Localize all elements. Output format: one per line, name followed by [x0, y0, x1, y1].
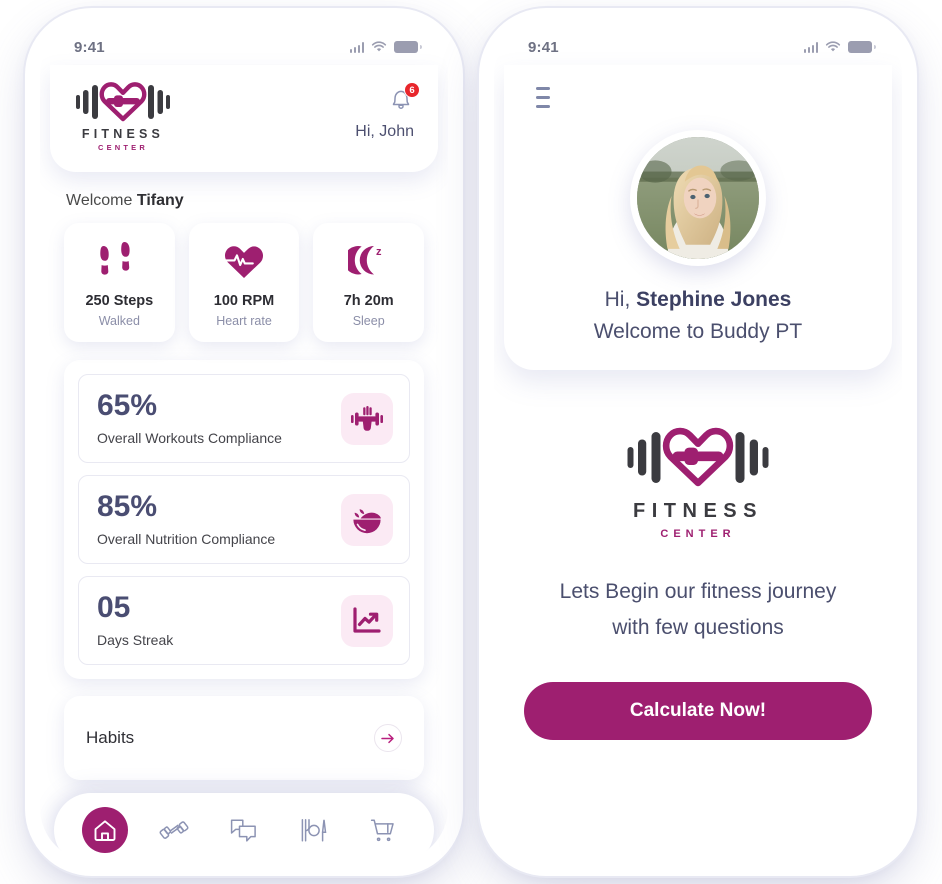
- salad-bowl-icon: [341, 493, 393, 546]
- calculate-now-button[interactable]: Calculate Now!: [524, 682, 872, 741]
- compliance-card-streak[interactable]: 05 Days Streak: [78, 576, 410, 665]
- compliance-text: 65% Overall Workouts Compliance: [97, 389, 282, 447]
- logo-subtext: CENTER: [660, 528, 736, 540]
- status-time: 9:41: [528, 38, 559, 56]
- tab-chat[interactable]: [221, 807, 267, 853]
- app-logo: FITNESS CENTER: [74, 79, 172, 152]
- stat-label: Sleep: [352, 314, 385, 328]
- user-avatar-photo: [637, 137, 759, 259]
- trending-chart-icon: [341, 594, 393, 647]
- onboarding-tagline: Lets Begin our fitness journey with few …: [560, 574, 837, 646]
- habits-title: Habits: [86, 728, 135, 747]
- notification-badge: 6: [404, 82, 420, 98]
- home-icon: [94, 819, 116, 841]
- hamburger-menu-icon[interactable]: [504, 87, 550, 108]
- right-phone-frame: 9:41 Hi, Stephine Jones Welcome to Buddy…: [486, 15, 910, 869]
- profile-welcome-text: Welcome to Buddy PT: [593, 320, 803, 343]
- welcome-name: Tifany: [136, 192, 184, 209]
- left-phone-screen: 9:41 FITNESS CENTER 6 Hi, John Welcome T…: [40, 23, 448, 861]
- left-phone-frame: 9:41 FITNESS CENTER 6 Hi, John Welcome T…: [32, 15, 456, 869]
- left-status-bar: 9:41: [40, 23, 448, 65]
- tab-home[interactable]: [81, 807, 128, 853]
- welcome-line: Welcome Tifany: [66, 192, 424, 210]
- stat-card-heart-rate[interactable]: 100 RPM Heart rate: [188, 223, 300, 342]
- dumbbell-icon: [159, 821, 189, 839]
- avatar[interactable]: [630, 130, 766, 266]
- svg-text:z: z: [376, 246, 382, 258]
- wifi-icon: [825, 41, 841, 52]
- habits-card[interactable]: Habits: [64, 696, 424, 780]
- stat-card-row: 250 Steps Walked 100 RPM Heart rate z 7h…: [64, 223, 425, 342]
- compliance-card-nutrition[interactable]: 85% Overall Nutrition Compliance: [78, 475, 410, 564]
- fitness-center-logo-icon: [76, 82, 170, 122]
- stat-value: 100 RPM: [213, 293, 275, 309]
- left-header-card: FITNESS CENTER 6 Hi, John: [50, 65, 438, 172]
- wifi-icon: [371, 41, 387, 52]
- logo-subtext: CENTER: [97, 143, 149, 152]
- arrow-right-icon: [381, 733, 394, 743]
- left-content: Welcome Tifany 250 Steps Walked 100 RPM …: [40, 172, 448, 780]
- onboarding-section: FITNESS CENTER Lets Begin our fitness jo…: [494, 370, 902, 741]
- habits-arrow-button[interactable]: [374, 724, 402, 752]
- signal-icon: [803, 42, 818, 53]
- stat-label: Walked: [98, 314, 140, 328]
- welcome-prefix: Welcome: [66, 192, 137, 209]
- dumbbell-hand-icon: [341, 392, 393, 445]
- heart-pulse-icon: [222, 241, 266, 281]
- meal-plate-icon: [301, 818, 326, 842]
- chat-icon: [231, 819, 257, 842]
- notification-button[interactable]: 6: [388, 82, 420, 113]
- profile-greeting: Hi, Stephine Jones: [504, 288, 892, 312]
- stat-card-steps[interactable]: 250 Steps Walked: [64, 223, 175, 342]
- compliance-label: Overall Nutrition Compliance: [97, 531, 276, 547]
- stat-card-sleep[interactable]: z 7h 20m Sleep: [313, 223, 425, 342]
- compliance-panel: 65% Overall Workouts Compliance 85% Over…: [64, 360, 424, 679]
- right-status-bar: 9:41: [494, 23, 902, 65]
- moon-sleep-icon: z: [347, 241, 390, 281]
- header-right: 6 Hi, John: [355, 79, 420, 141]
- stat-label: Heart rate: [216, 314, 272, 328]
- logo-wordmark: FITNESS: [633, 500, 763, 522]
- compliance-text: 05 Days Streak: [97, 591, 174, 649]
- user-greeting: Hi, John: [355, 123, 414, 140]
- footsteps-icon: [99, 241, 139, 281]
- fitness-center-logo-icon: [627, 427, 769, 487]
- tab-meals[interactable]: [291, 807, 337, 853]
- battery-icon: [848, 41, 876, 53]
- compliance-value: 05: [97, 591, 131, 624]
- status-icons: [349, 41, 422, 53]
- compliance-label: Overall Workouts Compliance: [97, 430, 282, 446]
- cart-icon: [371, 818, 394, 841]
- signal-icon: [349, 42, 364, 53]
- phone-mockup-stage: 9:41 FITNESS CENTER 6 Hi, John Welcome T…: [0, 0, 942, 884]
- compliance-card-workouts[interactable]: 65% Overall Workouts Compliance: [78, 374, 410, 463]
- logo-wordmark: FITNESS: [81, 127, 165, 141]
- right-phone-screen: 9:41 Hi, Stephine Jones Welcome to Buddy…: [494, 23, 902, 861]
- compliance-text: 85% Overall Nutrition Compliance: [97, 490, 276, 548]
- status-icons: [803, 41, 876, 53]
- tab-workouts[interactable]: [151, 807, 197, 853]
- profile-header-card: Hi, Stephine Jones Welcome to Buddy PT: [504, 65, 892, 370]
- compliance-value: 65%: [97, 389, 158, 422]
- greeting-prefix: Hi,: [604, 288, 637, 311]
- avatar-illustration: [637, 137, 759, 259]
- tab-cart[interactable]: [360, 807, 406, 853]
- bottom-tab-bar: [54, 793, 434, 861]
- tagline-line-1: Lets Begin our fitness journey: [559, 580, 837, 603]
- stat-value: 250 Steps: [85, 293, 154, 309]
- battery-icon: [394, 41, 422, 53]
- stat-value: 7h 20m: [343, 293, 394, 309]
- tagline-line-2: with few questions: [612, 616, 784, 640]
- compliance-value: 85%: [97, 490, 158, 523]
- compliance-label: Days Streak: [97, 632, 174, 648]
- greeting-name: Stephine Jones: [636, 288, 792, 311]
- status-time: 9:41: [74, 38, 105, 56]
